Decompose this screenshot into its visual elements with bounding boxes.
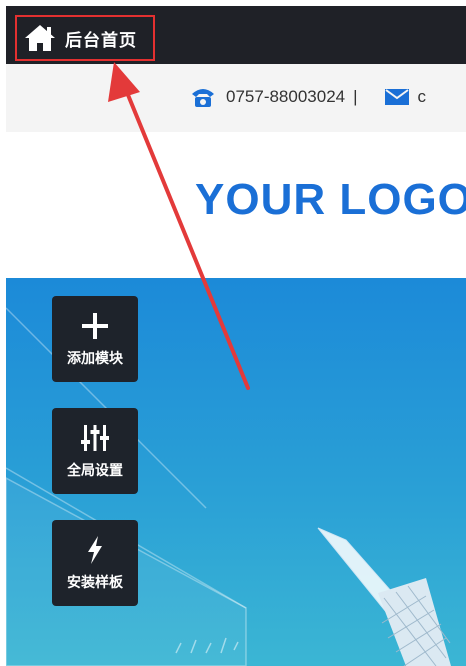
- email-address[interactable]: c: [418, 87, 427, 107]
- sliders-icon: [81, 425, 109, 451]
- global-settings-label: 全局设置: [67, 462, 123, 478]
- add-module-label: 添加模块: [67, 350, 123, 366]
- page-frame: 后台首页 0757-88003024 | c YOUR LOGO 添加模块 全局…: [0, 0, 466, 666]
- admin-home-label: 后台首页: [65, 30, 137, 50]
- global-settings-button[interactable]: 全局设置: [52, 408, 138, 494]
- contact-info: 0757-88003024 | c: [190, 86, 426, 108]
- contact-separator: |: [353, 87, 358, 106]
- install-template-label: 安装样板: [67, 574, 123, 590]
- site-logo[interactable]: YOUR LOGO: [195, 175, 466, 225]
- add-module-button[interactable]: 添加模块: [52, 296, 138, 382]
- mail-icon: [384, 89, 409, 105]
- admin-topbar: 后台首页: [6, 6, 466, 64]
- contact-bar: 0757-88003024 | c: [6, 64, 466, 132]
- phone-number[interactable]: 0757-88003024: [226, 87, 345, 107]
- admin-home-button[interactable]: 后台首页: [15, 15, 155, 61]
- install-template-button[interactable]: 安装样板: [52, 520, 138, 606]
- lightning-icon: [88, 536, 102, 564]
- phone-icon: [192, 89, 214, 107]
- plus-icon: [82, 313, 108, 339]
- home-icon: [25, 25, 55, 51]
